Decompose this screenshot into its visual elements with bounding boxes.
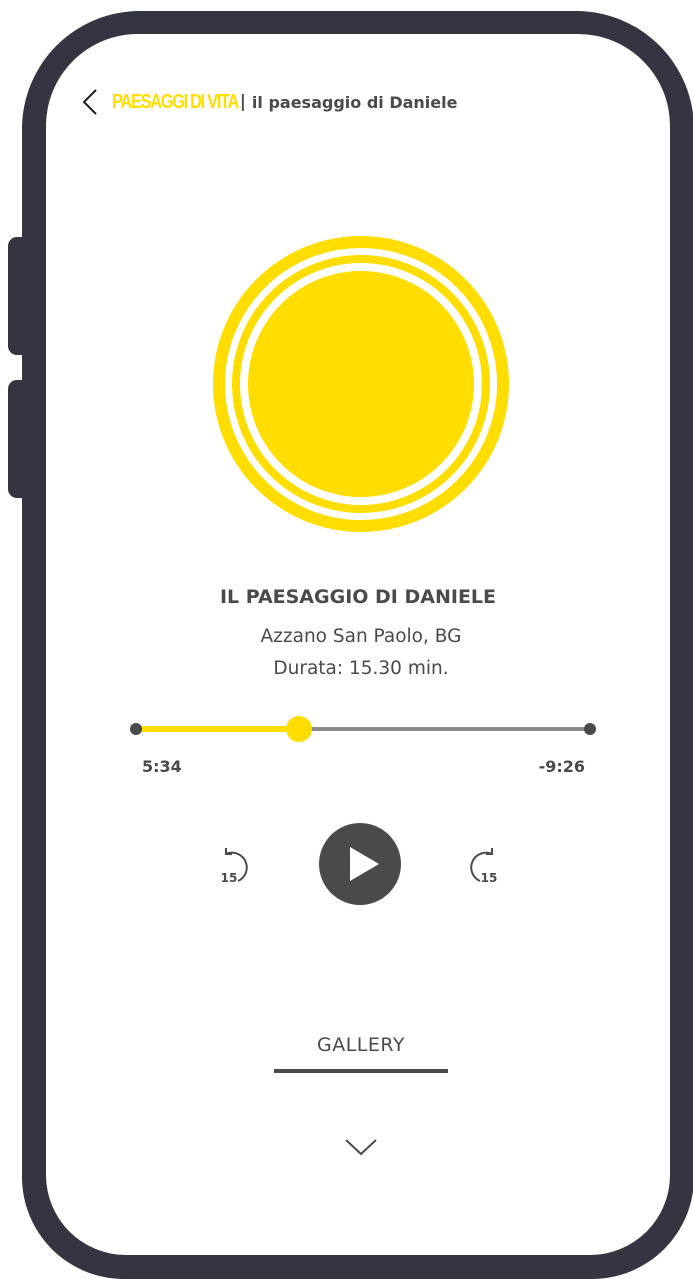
progress-knob[interactable] (286, 716, 313, 742)
phone-screen: PAESAGGI DI VITA | il paesaggio di Danie… (46, 34, 670, 1255)
gallery-label: GALLERY (317, 1034, 405, 1056)
chevron-left-icon[interactable] (82, 88, 108, 116)
title-separator: | (239, 92, 246, 112)
gallery-tab[interactable]: GALLERY (274, 1034, 448, 1073)
concentric-circles-artwork (213, 236, 509, 532)
rewind-15-icon[interactable]: 15 (218, 844, 262, 888)
header: PAESAGGI DI VITA | il paesaggio di Danie… (82, 88, 457, 116)
progress-fill (136, 726, 300, 732)
progress-slider[interactable] (130, 716, 596, 742)
play-icon (350, 847, 379, 881)
play-button[interactable] (319, 823, 401, 905)
progress-start-dot (130, 723, 142, 735)
elapsed-time: 5:34 (142, 757, 182, 776)
track-title: IL PAESAGGIO DI DANIELE (219, 586, 497, 608)
gallery-underline (274, 1069, 448, 1073)
brand-title[interactable]: PAESAGGI DI VITA (112, 91, 239, 114)
rewind-seconds-label: 15 (221, 871, 238, 885)
page-subtitle: il paesaggio di Daniele (251, 92, 458, 112)
chevron-down-icon[interactable] (343, 1135, 379, 1163)
track-duration: Durata: 15.30 min. (273, 658, 449, 679)
forward-seconds-label: 15 (481, 871, 498, 885)
track-location: Azzano San Paolo, BG (260, 626, 462, 647)
forward-15-icon[interactable]: 15 (456, 844, 500, 888)
progress-end-dot (584, 723, 596, 735)
remaining-time: -9:26 (538, 757, 585, 776)
